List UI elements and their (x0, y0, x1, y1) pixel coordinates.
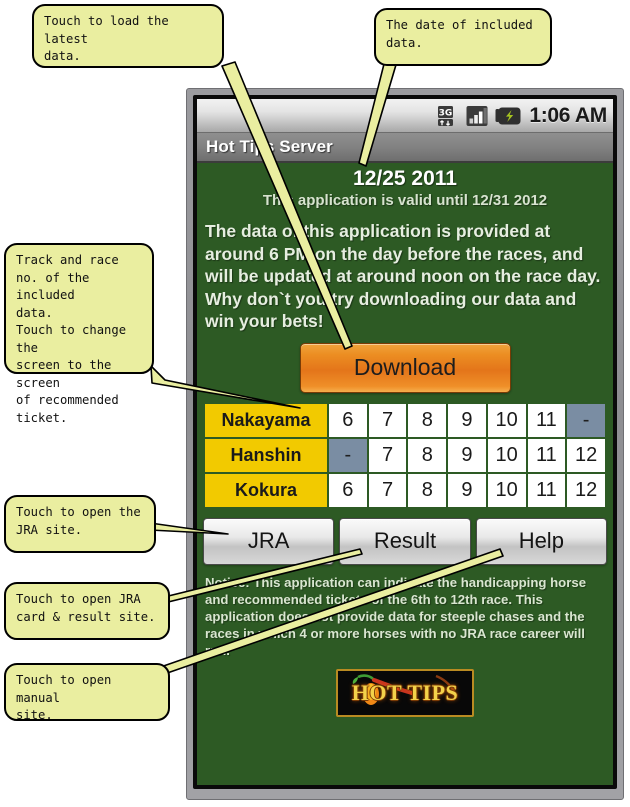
race-table-row: Kokura 6 7 8 9 10 11 12 (205, 473, 605, 507)
callout-jra-note: Touch to open the JRA site. (4, 495, 156, 553)
app-title-label: Hot Tips Server (206, 137, 333, 156)
race-number-cell[interactable]: 6 (329, 403, 367, 437)
race-number-cell[interactable]: 11 (527, 403, 566, 437)
hot-tips-logo: HOT TIPS (336, 668, 474, 717)
status-bar-clock: 1:06 AM (529, 103, 607, 127)
race-number-cell[interactable]: 12 (567, 438, 605, 472)
race-number-cell-disabled: - (567, 403, 605, 437)
track-name-cell[interactable]: Kokura (205, 473, 327, 507)
race-number-cell[interactable]: 10 (487, 438, 526, 472)
race-number-cell[interactable]: 10 (487, 403, 526, 437)
race-number-cell[interactable]: 9 (448, 438, 486, 472)
race-number-cell[interactable]: 7 (368, 403, 407, 437)
bottom-nav-row: JRA Result Help (203, 517, 607, 565)
intro-paragraph: The data of this application is provided… (205, 221, 601, 331)
phone-device-frame: 3G 1:06 AM Hot Tips Server 12/25 2011 Th… (186, 88, 624, 800)
race-number-cell[interactable]: 7 (368, 438, 407, 472)
data-date-label: 12/25 2011 (353, 167, 457, 190)
signal-bars-icon (466, 105, 488, 126)
race-table-body: Nakayama 6 7 8 9 10 11- Hanshin -7 8 9 10 11 12 Kokura… (205, 403, 605, 507)
race-number-cell[interactable]: 8 (408, 438, 447, 472)
app-content: 12/25 2011 This application is valid unt… (197, 163, 613, 717)
race-table-row: Hanshin -7 8 9 10 11 12 (205, 438, 605, 472)
race-number-cell-disabled: - (329, 438, 367, 472)
callout-race-table-note: Track and race no. of the included data.… (4, 243, 154, 425)
callout-result-note: Touch to open JRA card & result site. (4, 582, 170, 640)
race-number-cell[interactable]: 8 (408, 473, 447, 507)
race-number-cell[interactable]: 7 (368, 473, 407, 507)
validity-note-label: This application is valid until 12/31 20… (262, 192, 548, 209)
race-number-cell[interactable]: 11 (527, 473, 566, 507)
race-number-cell[interactable]: 11 (527, 438, 566, 472)
status-bar-icons: 3G (437, 105, 522, 127)
race-number-cell[interactable]: 9 (448, 403, 486, 437)
help-button[interactable]: Help (475, 517, 607, 565)
svg-text:3G: 3G (439, 108, 453, 118)
screenshot-canvas: 3G 1:06 AM Hot Tips Server 12/25 2011 Th… (0, 0, 630, 807)
phone-screen: 3G 1:06 AM Hot Tips Server 12/25 2011 Th… (197, 99, 613, 785)
app-title-bar: Hot Tips Server (197, 133, 613, 163)
battery-charging-icon (495, 107, 521, 124)
download-button-row: Download (203, 342, 607, 393)
download-button[interactable]: Download (299, 342, 511, 393)
logo-row: HOT TIPS (203, 668, 607, 717)
result-button[interactable]: Result (339, 517, 471, 565)
track-name-cell[interactable]: Hanshin (205, 438, 327, 472)
race-number-cell[interactable]: 9 (448, 473, 486, 507)
callout-download-note: Touch to load the latest data. (32, 4, 224, 68)
race-number-cell[interactable]: 12 (567, 473, 605, 507)
notice-paragraph: Notice: This application can indicate th… (205, 574, 587, 658)
jra-button[interactable]: JRA (203, 517, 335, 565)
callout-help-note: Touch to open manual site. (4, 663, 170, 722)
track-name-cell[interactable]: Nakayama (205, 403, 327, 437)
android-status-bar: 3G 1:06 AM (197, 99, 613, 133)
race-table-row: Nakayama 6 7 8 9 10 11- (205, 403, 605, 437)
phone-bezel: 3G 1:06 AM Hot Tips Server 12/25 2011 Th… (193, 95, 617, 789)
3g-data-icon: 3G (438, 105, 454, 126)
race-number-cell[interactable]: 6 (329, 473, 367, 507)
hot-tips-logo-text: HOT TIPS (351, 679, 459, 705)
race-number-cell[interactable]: 8 (408, 403, 447, 437)
callout-date-note: The date of included data. (374, 8, 552, 66)
race-table: Nakayama 6 7 8 9 10 11- Hanshin -7 8 9 10 11 12 Kokura… (203, 402, 607, 509)
race-number-cell[interactable]: 10 (487, 473, 526, 507)
